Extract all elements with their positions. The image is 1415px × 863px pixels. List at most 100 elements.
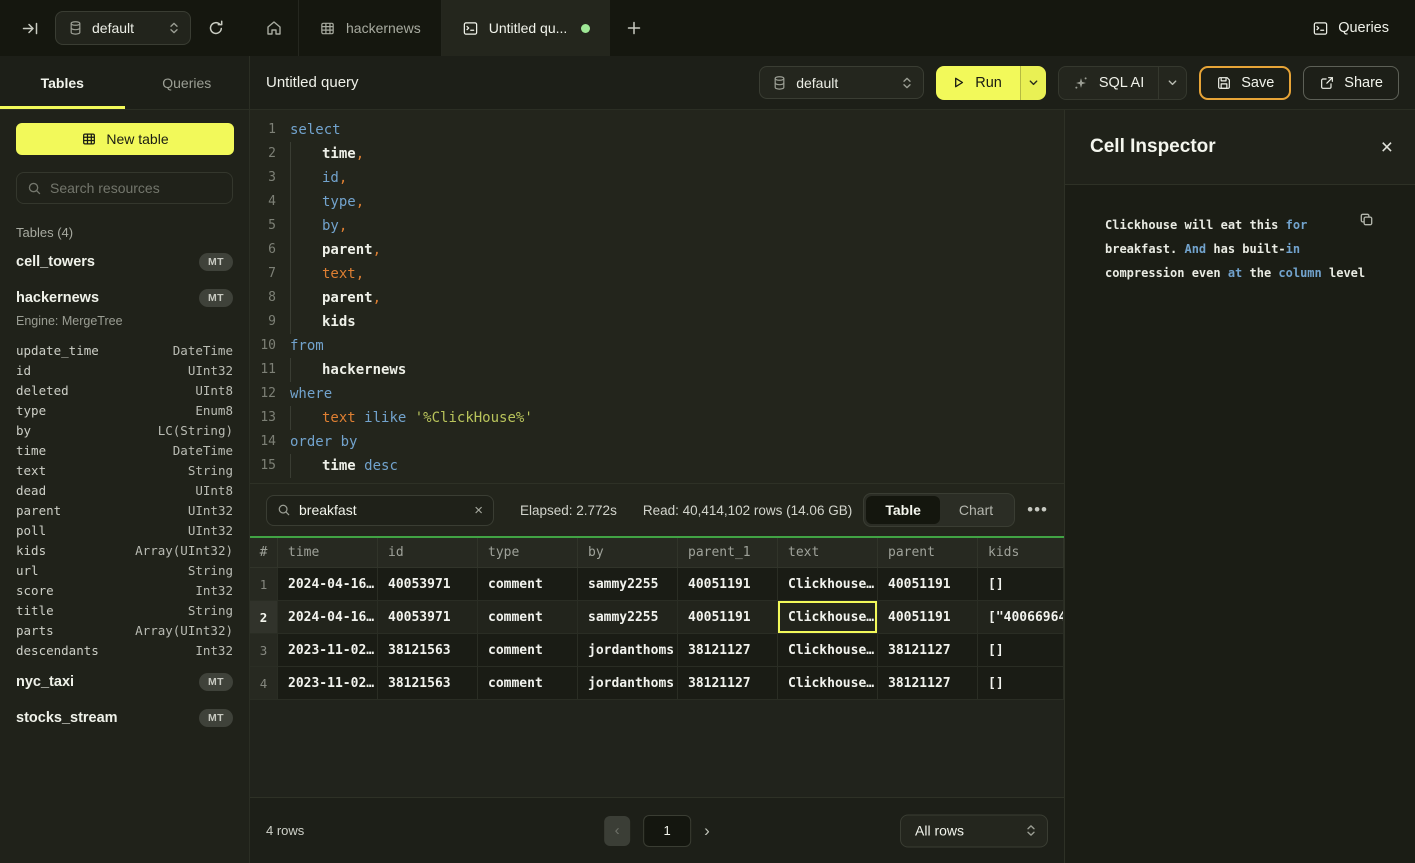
search-resources-input[interactable] bbox=[50, 180, 222, 196]
close-inspector-button[interactable]: × bbox=[1381, 137, 1393, 158]
schema-column-row[interactable]: pollUInt32 bbox=[0, 520, 249, 540]
sql-ai-dropdown[interactable] bbox=[1158, 67, 1186, 99]
table-cell[interactable]: 2023-11-02… bbox=[278, 667, 378, 700]
page-number-input[interactable] bbox=[643, 815, 691, 847]
schema-column-row[interactable]: titleString bbox=[0, 600, 249, 620]
tab-home[interactable] bbox=[250, 0, 299, 56]
table-cell[interactable]: sammy2255 bbox=[578, 568, 678, 601]
table-cell[interactable]: 2024-04-16… bbox=[278, 568, 378, 601]
column-header-time[interactable]: time bbox=[278, 538, 378, 568]
sidebar-tab-tables[interactable]: Tables bbox=[0, 56, 125, 109]
schema-column-row[interactable]: partsArray(UInt32) bbox=[0, 620, 249, 640]
schema-column-row[interactable]: deletedUInt8 bbox=[0, 380, 249, 400]
table-cell[interactable]: 38121563 bbox=[378, 634, 478, 667]
schema-column-row[interactable]: byLC(String) bbox=[0, 420, 249, 440]
schema-column-row[interactable]: textString bbox=[0, 460, 249, 480]
tabbar-left-controls: default bbox=[0, 0, 250, 56]
table-cell[interactable]: 38121563 bbox=[378, 667, 478, 700]
results-search-input[interactable] bbox=[299, 502, 466, 518]
row-number-cell[interactable]: 4 bbox=[250, 667, 278, 700]
save-button[interactable]: Save bbox=[1199, 66, 1291, 100]
schema-column-row[interactable]: descendantsInt32 bbox=[0, 640, 249, 660]
table-cell[interactable]: [] bbox=[978, 568, 1064, 601]
table-cell[interactable]: 38121127 bbox=[878, 667, 978, 700]
column-header-parent[interactable]: parent bbox=[878, 538, 978, 568]
schema-column-row[interactable]: timeDateTime bbox=[0, 440, 249, 460]
table-cell[interactable]: 38121127 bbox=[878, 634, 978, 667]
table-cell[interactable]: comment bbox=[478, 568, 578, 601]
selected-cell[interactable]: Clickhouse… bbox=[778, 601, 878, 634]
table-cell[interactable]: sammy2255 bbox=[578, 601, 678, 634]
table-cell[interactable]: 38121127 bbox=[678, 634, 778, 667]
schema-column-row[interactable]: typeEnum8 bbox=[0, 400, 249, 420]
new-tab-button[interactable] bbox=[610, 0, 658, 56]
results-table-header: #timeidtypebyparent_1textparentkids bbox=[250, 538, 1064, 568]
row-number-cell[interactable]: 2 bbox=[250, 601, 278, 634]
view-tab-chart[interactable]: Chart bbox=[940, 496, 1012, 524]
sidebar-table-cell-towers[interactable]: cell_towers MT bbox=[0, 248, 249, 276]
schema-column-row[interactable]: urlString bbox=[0, 560, 249, 580]
results-footer: 4 rows ‹ › All rows bbox=[250, 797, 1064, 863]
table-cell[interactable]: jordanthoms bbox=[578, 667, 678, 700]
table-cell[interactable]: 40051191 bbox=[878, 568, 978, 601]
table-cell[interactable]: 40053971 bbox=[378, 601, 478, 634]
schema-column-row[interactable]: deadUInt8 bbox=[0, 480, 249, 500]
schema-column-row[interactable]: kidsArray(UInt32) bbox=[0, 540, 249, 560]
table-cell[interactable]: 2024-04-16… bbox=[278, 601, 378, 634]
database-selector[interactable]: default bbox=[55, 11, 191, 45]
table-cell[interactable]: comment bbox=[478, 667, 578, 700]
table-cell[interactable]: comment bbox=[478, 634, 578, 667]
table-cell[interactable]: 40051191 bbox=[678, 601, 778, 634]
table-cell[interactable]: 38121127 bbox=[678, 667, 778, 700]
row-number-cell[interactable]: 1 bbox=[250, 568, 278, 601]
schema-column-row[interactable]: update_timeDateTime bbox=[0, 340, 249, 360]
sidebar-table-nyc-taxi[interactable]: nyc_taxi MT bbox=[0, 668, 249, 696]
share-button[interactable]: Share bbox=[1303, 66, 1399, 100]
tab-untitled-query[interactable]: Untitled qu... bbox=[442, 0, 611, 56]
column-header-parent_1[interactable]: parent_1 bbox=[678, 538, 778, 568]
column-header-kids[interactable]: kids bbox=[978, 538, 1064, 568]
table-cell[interactable]: 40051191 bbox=[678, 568, 778, 601]
sql-editor[interactable]: 1select2time,3id,4type,5by,6parent,7text… bbox=[250, 110, 1064, 483]
table-cell[interactable]: comment bbox=[478, 601, 578, 634]
table-cell[interactable]: 40053971 bbox=[378, 568, 478, 601]
schema-column-row[interactable]: scoreInt32 bbox=[0, 580, 249, 600]
refresh-button[interactable] bbox=[203, 15, 229, 41]
table-cell[interactable]: ["40066964… bbox=[978, 601, 1064, 634]
column-header-text[interactable]: text bbox=[778, 538, 878, 568]
copy-cell-button[interactable] bbox=[1358, 211, 1375, 228]
table-cell[interactable]: Clickhouse… bbox=[778, 634, 878, 667]
new-table-button[interactable]: New table bbox=[16, 123, 234, 155]
row-number-cell[interactable]: 3 bbox=[250, 634, 278, 667]
sidebar-tab-queries[interactable]: Queries bbox=[125, 56, 250, 109]
tab-hackernews[interactable]: hackernews bbox=[299, 0, 442, 56]
schema-column-row[interactable]: parentUInt32 bbox=[0, 500, 249, 520]
code-text: parent, bbox=[290, 286, 381, 310]
table-cell[interactable]: 40051191 bbox=[878, 601, 978, 634]
table-cell[interactable]: Clickhouse… bbox=[778, 568, 878, 601]
table-cell[interactable]: jordanthoms bbox=[578, 634, 678, 667]
queries-button[interactable]: Queries bbox=[1312, 0, 1415, 56]
page-size-select[interactable]: All rows bbox=[900, 814, 1048, 847]
run-button[interactable]: Run bbox=[936, 66, 1020, 100]
column-header-by[interactable]: by bbox=[578, 538, 678, 568]
previous-page-button[interactable]: ‹ bbox=[604, 816, 630, 846]
column-header-type[interactable]: type bbox=[478, 538, 578, 568]
table-cell[interactable]: 2023-11-02… bbox=[278, 634, 378, 667]
schema-column-row[interactable]: idUInt32 bbox=[0, 360, 249, 380]
clear-search-button[interactable]: × bbox=[474, 503, 483, 518]
sidebar-table-stocks-stream[interactable]: stocks_stream MT bbox=[0, 704, 249, 732]
collapse-sidebar-button[interactable] bbox=[18, 16, 43, 41]
table-cell[interactable]: Clickhouse… bbox=[778, 667, 878, 700]
column-header-row-number[interactable]: # bbox=[250, 538, 278, 568]
table-cell[interactable]: [] bbox=[978, 667, 1064, 700]
table-cell[interactable]: [] bbox=[978, 634, 1064, 667]
column-header-id[interactable]: id bbox=[378, 538, 478, 568]
view-tab-table[interactable]: Table bbox=[866, 496, 940, 524]
toolbar-database-selector[interactable]: default bbox=[759, 66, 924, 99]
more-options-button[interactable]: ••• bbox=[1027, 500, 1048, 520]
run-options-dropdown[interactable] bbox=[1020, 66, 1046, 100]
sql-ai-button[interactable]: SQL AI bbox=[1059, 67, 1158, 99]
sidebar-table-hackernews[interactable]: hackernews MT bbox=[0, 284, 249, 312]
next-page-button[interactable]: › bbox=[704, 821, 710, 841]
